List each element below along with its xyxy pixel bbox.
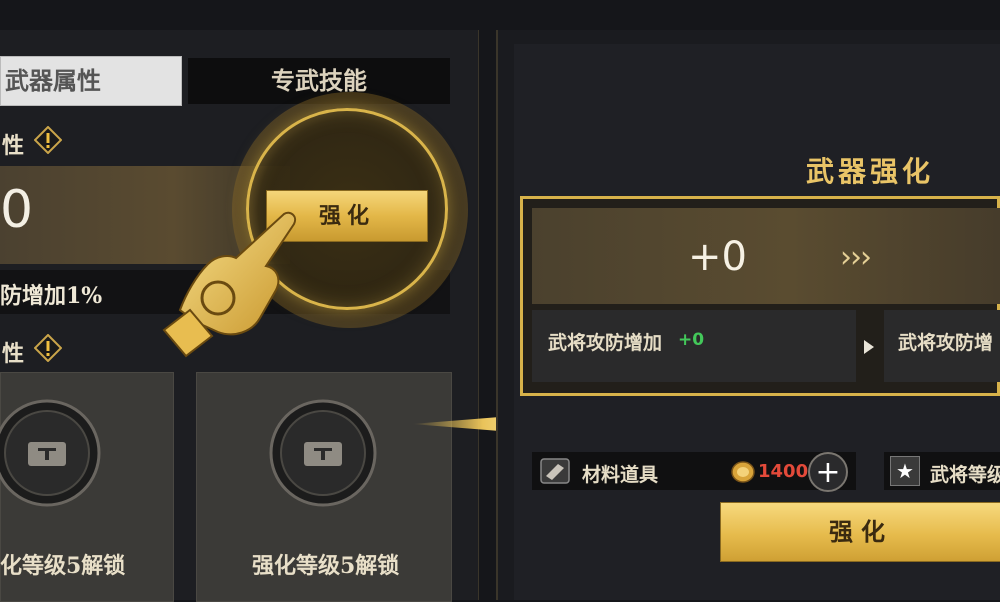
stat-label-next: 武将攻防增: [898, 332, 994, 354]
coin-icon: [731, 461, 755, 483]
lock-icon: [0, 399, 101, 507]
hand-pointer-icon: [162, 211, 296, 358]
stat-bonus: +0: [678, 330, 705, 350]
card-unlock-text: 强化等级5解锁: [252, 553, 400, 579]
enhance-button[interactable]: 强化: [720, 502, 1000, 562]
level-band: [532, 208, 1000, 304]
defense-bonus-text: 防增加1%: [0, 283, 103, 309]
warning-icon[interactable]: [34, 126, 62, 154]
section-label-skills: 性: [2, 341, 25, 367]
current-level: +0: [688, 234, 747, 280]
card-unlock-text: 化等级5解锁: [0, 553, 126, 579]
add-material-button[interactable]: +: [808, 452, 848, 492]
panel-title: 武器强化: [805, 155, 934, 188]
material-icon: [540, 458, 570, 484]
stat-label: 武将攻防增加: [548, 332, 663, 354]
material-label: 材料道具: [582, 464, 659, 486]
level-requirement-label: 武将等级: [930, 464, 1000, 486]
warning-icon[interactable]: [34, 334, 62, 362]
tab-weapon-attributes[interactable]: 武器属性: [0, 56, 182, 106]
level-arrows: ›››: [840, 240, 872, 275]
section-label-attributes: 性: [2, 133, 25, 159]
cost-value: 1400: [758, 461, 809, 482]
lock-icon: [269, 399, 377, 507]
star-icon: ★: [890, 456, 920, 486]
play-icon: [864, 340, 874, 354]
attribute-value: 0: [0, 180, 34, 240]
